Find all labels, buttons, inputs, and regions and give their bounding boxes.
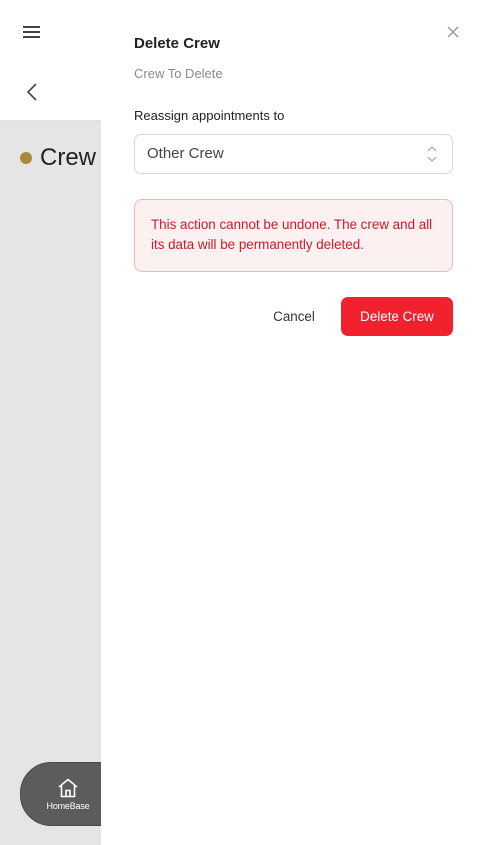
warning-text: This action cannot be undone. The crew a… [151, 217, 433, 252]
select-value: Other Crew [147, 145, 224, 162]
crew-title: Crew [20, 144, 96, 172]
hamburger-menu-icon[interactable] [22, 24, 42, 40]
homebase-label: HomeBase [46, 800, 90, 811]
back-chevron-icon[interactable] [24, 82, 40, 102]
homebase-button[interactable]: HomeBase [37, 763, 99, 825]
dialog-subtitle: Crew To Delete [134, 66, 223, 81]
crew-color-dot [20, 152, 32, 164]
close-icon[interactable] [446, 25, 460, 39]
cancel-button[interactable]: Cancel [257, 297, 331, 335]
delete-crew-dialog: Delete Crew Crew To Delete Reassign appo… [101, 0, 500, 845]
reassign-crew-select[interactable]: Other Crew [134, 134, 453, 174]
warning-alert: This action cannot be undone. The crew a… [134, 199, 453, 272]
chevron-up-down-icon [427, 146, 437, 162]
crew-name: Crew [40, 144, 97, 171]
home-icon [58, 778, 78, 797]
dialog-title: Delete Crew [134, 35, 220, 52]
reassign-label: Reassign appointments to [134, 108, 285, 123]
delete-crew-button[interactable]: Delete Crew [341, 297, 453, 336]
